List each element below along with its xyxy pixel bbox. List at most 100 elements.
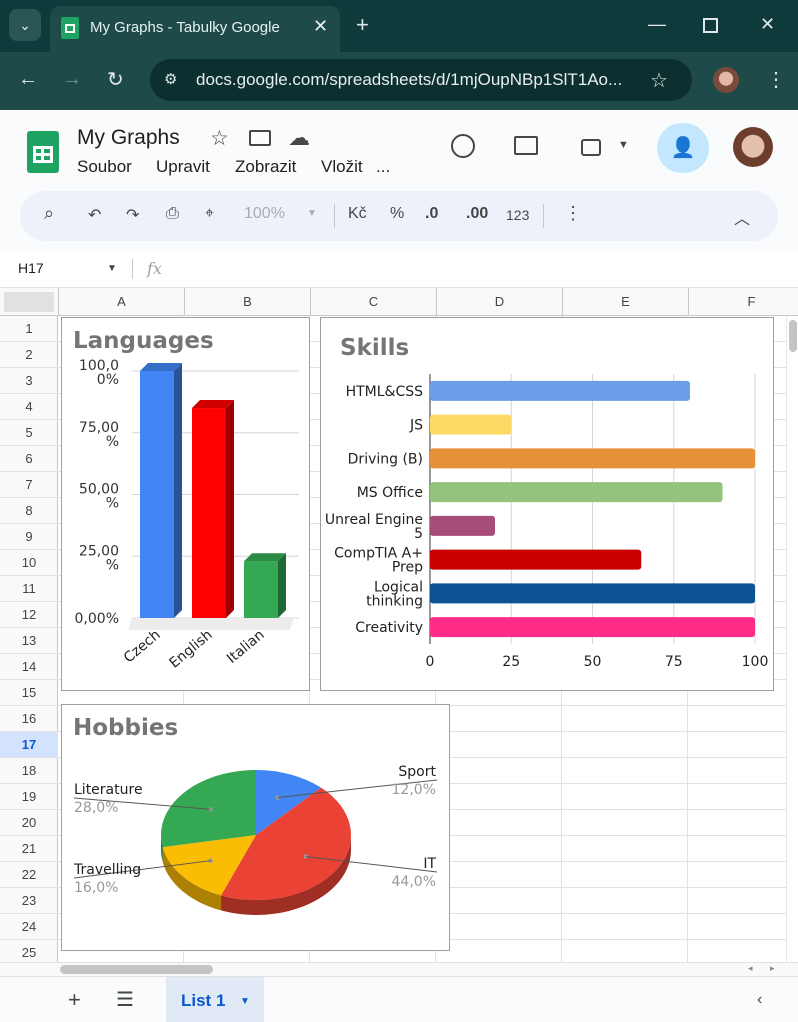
name-box-dropdown-icon[interactable]: ▼ (107, 263, 117, 274)
cloud-saved-icon[interactable]: ☁ (288, 125, 310, 151)
print-icon[interactable]: ⎙ (166, 205, 179, 223)
row-header-8[interactable]: 8 (0, 498, 58, 524)
column-header-c[interactable]: C (310, 288, 436, 316)
number-format-button[interactable]: 123 (506, 207, 529, 223)
hobbies-chart[interactable]: Hobbies Sport 12,0% IT 44,0% Travelling 16,0%… (61, 704, 450, 951)
collapse-sidebar-icon[interactable]: ‹ (757, 991, 762, 1009)
row-header-18[interactable]: 18 (0, 758, 58, 784)
row-header-15[interactable]: 15 (0, 680, 58, 706)
column-header-bar: A B C D E F (0, 288, 798, 316)
bar-js (430, 414, 512, 435)
row-header-14[interactable]: 14 (0, 654, 58, 680)
menu-insert[interactable]: Vložit (321, 157, 363, 177)
all-sheets-icon[interactable]: ☰ (116, 987, 134, 1012)
currency-format-button[interactable]: Kč (348, 205, 367, 223)
collapse-toolbar-icon[interactable]: ︿ (734, 205, 750, 229)
paint-format-icon[interactable]: ⌖ (205, 205, 214, 223)
close-tab-icon[interactable]: ✕ (313, 16, 328, 37)
slice-label: Sport (398, 764, 436, 780)
column-header-f[interactable]: F (688, 288, 798, 316)
bookmark-star-icon[interactable]: ☆ (650, 68, 668, 93)
row-header-10[interactable]: 10 (0, 550, 58, 576)
tab-title: My Graphs - Tabulky Google (90, 19, 280, 36)
redo-icon[interactable]: ↷ (126, 205, 139, 225)
row-header-7[interactable]: 7 (0, 472, 58, 498)
horizontal-scrollbar[interactable]: ◂ ▸ (0, 962, 798, 976)
row-header-23[interactable]: 23 (0, 888, 58, 914)
menu-edit[interactable]: Upravit (156, 157, 210, 177)
browser-menu-icon[interactable]: ⋮ (766, 67, 786, 92)
skills-chart[interactable]: Skills 0 25 50 75 100 HTML&CSS JS Driving (B) MS… (320, 317, 774, 691)
horizontal-scroll-thumb[interactable] (60, 965, 213, 974)
decrease-decimal-button[interactable]: .0 (425, 205, 438, 223)
undo-icon[interactable]: ↶ (88, 205, 101, 225)
increase-decimal-button[interactable]: .00 (466, 205, 488, 223)
column-header-d[interactable]: D (436, 288, 562, 316)
row-header-20[interactable]: 20 (0, 810, 58, 836)
column-header-a[interactable]: A (58, 288, 184, 316)
row-header-6[interactable]: 6 (0, 446, 58, 472)
sheet-tab-dropdown-icon[interactable]: ▼ (240, 996, 250, 1007)
maximize-icon[interactable] (703, 18, 718, 33)
browser-tab[interactable]: My Graphs - Tabulky Google ✕ (50, 6, 340, 52)
row-header-2[interactable]: 2 (0, 342, 58, 368)
row-header-22[interactable]: 22 (0, 862, 58, 888)
vertical-scroll-thumb[interactable] (789, 320, 797, 352)
minimize-icon[interactable]: — (648, 14, 666, 35)
zoom-dropdown-icon[interactable]: ▼ (307, 208, 317, 219)
row-header-21[interactable]: 21 (0, 836, 58, 862)
search-menus-icon[interactable]: ⌕ (44, 203, 54, 224)
menu-file[interactable]: Soubor (77, 157, 132, 177)
profile-avatar-icon[interactable] (713, 67, 739, 93)
name-box[interactable]: H17 (18, 260, 44, 276)
meet-camera-icon[interactable] (581, 139, 601, 156)
row-header-11[interactable]: 11 (0, 576, 58, 602)
new-tab-icon[interactable]: + (356, 12, 369, 38)
row-header-24[interactable]: 24 (0, 914, 58, 940)
star-icon[interactable]: ☆ (210, 126, 229, 151)
row-header-16[interactable]: 16 (0, 706, 58, 732)
row-header-4[interactable]: 4 (0, 394, 58, 420)
share-button[interactable]: 👤 (657, 123, 709, 173)
formula-input[interactable] (180, 255, 790, 283)
scroll-right-icon[interactable]: ▸ (770, 963, 775, 974)
languages-chart[interactable]: Languages 0,00% 25,00% 50,00% 75,00% 100,0 0%… (61, 317, 310, 691)
row-header-9[interactable]: 9 (0, 524, 58, 550)
zoom-select[interactable]: 100% (244, 205, 285, 223)
document-title[interactable]: My Graphs (77, 126, 180, 150)
menu-more[interactable]: ... (376, 157, 390, 177)
row-header-17[interactable]: 17 (0, 732, 58, 758)
row-header-19[interactable]: 19 (0, 784, 58, 810)
column-header-e[interactable]: E (562, 288, 688, 316)
url-field[interactable]: ⚙ docs.google.com/spreadsheets/d/1mjOupN… (150, 59, 692, 101)
move-folder-icon[interactable] (249, 130, 271, 146)
column-header-b[interactable]: B (184, 288, 310, 316)
add-sheet-icon[interactable]: + (68, 987, 81, 1013)
x-tick-label: 25 (502, 654, 520, 670)
version-history-icon[interactable] (451, 134, 475, 158)
sheets-logo-icon[interactable] (27, 131, 59, 173)
tab-search-button[interactable]: ⌄ (9, 9, 41, 41)
close-window-icon[interactable]: ✕ (760, 14, 775, 35)
row-header-13[interactable]: 13 (0, 628, 58, 654)
meet-dropdown-icon[interactable]: ▼ (618, 139, 629, 151)
x-tick-label: Italian (224, 627, 268, 667)
site-settings-icon[interactable]: ⚙ (164, 70, 177, 88)
percent-format-button[interactable]: % (390, 205, 404, 223)
forward-icon[interactable]: → (62, 68, 82, 91)
bar-side (226, 400, 234, 618)
cell-grid[interactable]: Languages 0,00% 25,00% 50,00% 75,00% 100,0 0%… (58, 316, 786, 962)
comments-icon[interactable] (514, 136, 538, 155)
row-header-12[interactable]: 12 (0, 602, 58, 628)
vertical-scrollbar[interactable] (786, 316, 798, 962)
more-options-icon[interactable]: ⋮ (564, 203, 582, 224)
menu-view[interactable]: Zobrazit (235, 157, 296, 177)
row-header-3[interactable]: 3 (0, 368, 58, 394)
row-header-1[interactable]: 1 (0, 316, 58, 342)
row-header-5[interactable]: 5 (0, 420, 58, 446)
account-avatar[interactable] (733, 127, 773, 167)
scroll-left-icon[interactable]: ◂ (748, 963, 753, 974)
sheet-tab[interactable]: List 1 ▼ (166, 977, 264, 1022)
back-icon[interactable]: ← (18, 68, 38, 91)
reload-icon[interactable]: ↻ (107, 67, 124, 92)
